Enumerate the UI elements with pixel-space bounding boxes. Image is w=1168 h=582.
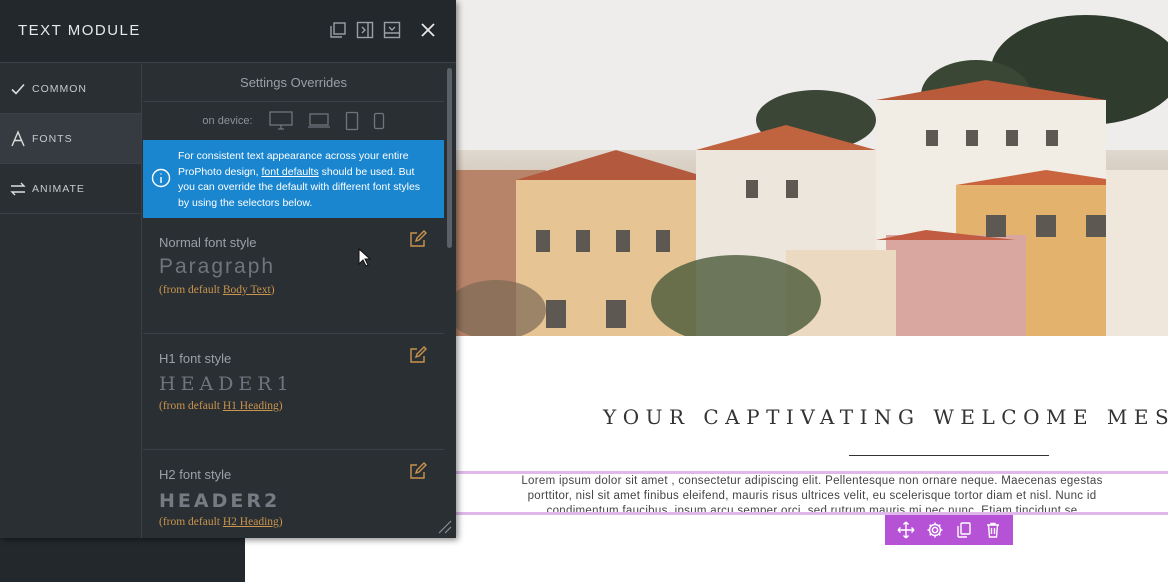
module-nav: COMMON FONTS ANIMATE bbox=[0, 64, 142, 538]
copy-icon[interactable] bbox=[953, 519, 975, 541]
source-prefix: (from default bbox=[159, 516, 220, 528]
body-text-link[interactable]: Body Text bbox=[223, 284, 271, 296]
h1-font-source: (from default H1 Heading) bbox=[159, 400, 283, 412]
source-suffix: ) bbox=[270, 284, 275, 296]
lorem-line-1: Lorem ipsum dolor sit amet , consectetur… bbox=[521, 475, 1103, 487]
h1-heading-link[interactable]: H1 Heading bbox=[223, 400, 279, 412]
h2-font-sample: HEADER2 bbox=[159, 490, 281, 512]
lorem-text: Lorem ipsum dolor sit amet , consectetur… bbox=[456, 474, 1168, 515]
nav-item-common[interactable]: COMMON bbox=[0, 64, 141, 114]
source-prefix: (from default bbox=[159, 284, 220, 296]
panel-title: TEXT MODULE bbox=[18, 22, 141, 39]
info-icon bbox=[151, 168, 171, 188]
dock-right-icon[interactable] bbox=[355, 20, 375, 40]
edit-icon[interactable] bbox=[408, 345, 428, 365]
mouse-pointer-icon bbox=[358, 247, 372, 268]
duplicate-icon[interactable] bbox=[328, 20, 348, 40]
settings-overrides-heading: Settings Overrides bbox=[143, 64, 444, 102]
hero-photo-illustration bbox=[456, 0, 1168, 336]
trash-icon[interactable] bbox=[982, 519, 1004, 541]
phone-icon[interactable] bbox=[373, 112, 385, 130]
fonts-content: Settings Overrides on device: For consis… bbox=[143, 64, 444, 538]
heading-divider bbox=[849, 455, 1049, 456]
selected-text-module[interactable]: Lorem ipsum dolor sit amet , consectetur… bbox=[456, 471, 1168, 515]
settings-gear-icon[interactable] bbox=[924, 519, 946, 541]
source-suffix: ) bbox=[278, 400, 283, 412]
swap-arrows-icon bbox=[9, 180, 27, 198]
hero-image bbox=[456, 0, 1168, 336]
device-selector: on device: bbox=[143, 102, 444, 140]
edit-icon[interactable] bbox=[408, 461, 428, 481]
font-defaults-link[interactable]: font defaults bbox=[261, 166, 318, 178]
source-suffix: ) bbox=[278, 516, 283, 528]
h2-font-style-block[interactable]: H2 font style HEADER2 (from default H2 H… bbox=[143, 450, 444, 538]
source-prefix: (from default bbox=[159, 400, 220, 412]
module-toolbar bbox=[885, 515, 1013, 545]
move-icon[interactable] bbox=[895, 519, 917, 541]
edit-icon[interactable] bbox=[408, 229, 428, 249]
desktop-icon[interactable] bbox=[268, 111, 293, 131]
nav-item-animate[interactable]: ANIMATE bbox=[0, 164, 141, 214]
checkmark-icon bbox=[9, 80, 27, 98]
nav-label-animate: ANIMATE bbox=[32, 182, 85, 195]
font-defaults-notice: For consistent text appearance across yo… bbox=[143, 140, 444, 218]
normal-font-label: Normal font style bbox=[159, 235, 257, 250]
tablet-icon[interactable] bbox=[345, 111, 359, 131]
letter-a-icon bbox=[9, 129, 27, 148]
h2-font-source: (from default H2 Heading) bbox=[159, 516, 283, 528]
text-module-panel: TEXT MODULE COMMON FONTS ANIMATE Setting… bbox=[0, 0, 456, 538]
normal-font-source: (from default Body Text) bbox=[159, 284, 275, 296]
nav-label-fonts: FONTS bbox=[32, 132, 73, 145]
h2-font-label: H2 font style bbox=[159, 467, 232, 482]
normal-font-style-block[interactable]: Normal font style Paragraph (from defaul… bbox=[143, 218, 444, 334]
panel-scrollbar[interactable] bbox=[446, 64, 454, 538]
h1-font-style-block[interactable]: H1 font style HEADER1 (from default H1 H… bbox=[143, 334, 444, 450]
laptop-icon[interactable] bbox=[307, 112, 331, 130]
normal-font-sample: Paragraph bbox=[159, 255, 276, 278]
lorem-line-2: porttitor, nisl sit amet finibus eleifen… bbox=[527, 490, 1097, 502]
lorem-line-3: condimentum faucibus, ipsum arcu semper … bbox=[546, 505, 1078, 515]
minimize-icon[interactable] bbox=[382, 20, 402, 40]
scroll-thumb[interactable] bbox=[447, 68, 452, 248]
nav-item-fonts[interactable]: FONTS bbox=[0, 114, 141, 164]
device-label: on device: bbox=[202, 115, 253, 127]
close-icon[interactable] bbox=[418, 20, 438, 40]
h1-font-sample: HEADER1 bbox=[159, 373, 294, 395]
panel-header: TEXT MODULE bbox=[0, 0, 456, 63]
nav-label-common: COMMON bbox=[32, 82, 87, 95]
welcome-heading[interactable]: YOUR CAPTIVATING WELCOME MESSAG bbox=[603, 405, 1168, 429]
resize-handle-icon[interactable] bbox=[436, 518, 452, 534]
h1-font-label: H1 font style bbox=[159, 351, 232, 366]
h2-heading-link[interactable]: H2 Heading bbox=[223, 516, 279, 528]
